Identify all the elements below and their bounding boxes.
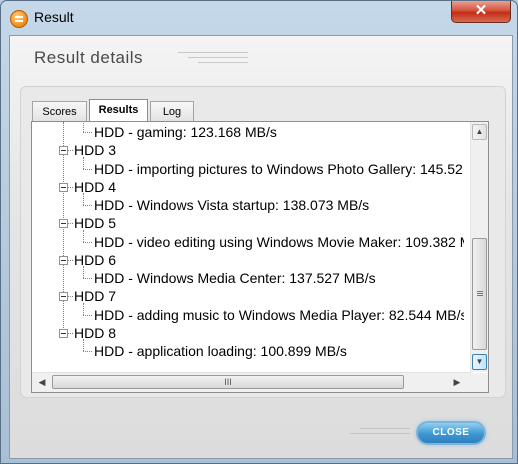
tree-connector <box>68 186 73 188</box>
collapse-icon[interactable] <box>59 255 68 265</box>
tree-connector <box>68 259 73 261</box>
tree-leaf-node[interactable]: HDD - Windows Vista startup: 138.073 MB/… <box>94 196 369 214</box>
tree-connector <box>83 278 92 279</box>
horizontal-scroll-thumb[interactable]: III <box>52 375 404 389</box>
tree-connector <box>83 193 84 205</box>
close-icon: ✕ <box>474 2 488 19</box>
decorative-lines-bottom <box>350 428 410 440</box>
result-details-title: Result details <box>34 48 144 67</box>
tree-group-node[interactable]: HDD 5 <box>74 214 116 232</box>
vertical-scrollbar[interactable]: ▲ ▼ <box>470 122 488 372</box>
tree-connector <box>83 168 92 170</box>
tree-leaf-node[interactable]: HDD - video editing using Windows Movie … <box>94 233 464 251</box>
collapse-icon[interactable] <box>59 328 68 338</box>
tree-connector <box>83 229 84 242</box>
tab-results[interactable]: Results <box>89 99 148 121</box>
tree-connector <box>83 339 84 351</box>
tree-rows: HDD - gaming: 123.168 MB/s HDD 3 HDD - imp… <box>32 122 464 372</box>
tree-connector <box>83 351 92 352</box>
horizontal-scrollbar[interactable]: ◀ III ▶ <box>32 372 471 392</box>
tree-connector <box>68 150 73 152</box>
collapse-icon[interactable] <box>59 219 68 229</box>
tree-connector <box>83 302 84 315</box>
tree-leaf-node[interactable]: HDD - application loading: 100.899 MB/s <box>94 342 347 360</box>
vertical-scroll-thumb[interactable] <box>472 238 487 350</box>
app-icon <box>10 10 28 28</box>
tree-group-node[interactable]: HDD 4 <box>74 178 116 196</box>
tree-connector <box>83 241 92 243</box>
tree-connector <box>83 205 92 206</box>
tree-leaf-node[interactable]: HDD - adding music to Windows Media Play… <box>94 306 464 324</box>
window-title: Result <box>34 9 74 25</box>
collapse-icon[interactable] <box>59 292 68 302</box>
title-bar[interactable]: Result ✕ <box>1 1 517 35</box>
tree-group-node[interactable]: HDD 3 <box>74 141 116 159</box>
tree-connector <box>83 266 84 278</box>
results-tree[interactable]: HDD - gaming: 123.168 MB/s HDD 3 HDD - imp… <box>31 121 489 393</box>
client-area: Result details Scores Results Log HDD - … <box>9 35 513 459</box>
tree-connector <box>68 223 73 225</box>
close-button[interactable]: CLOSE <box>416 421 486 445</box>
tree-leaf-node[interactable]: HDD - importing pictures to Windows Phot… <box>94 160 463 178</box>
collapse-icon[interactable] <box>59 146 68 156</box>
scroll-down-icon[interactable]: ▼ <box>472 354 487 370</box>
scroll-right-icon[interactable]: ▶ <box>450 375 464 389</box>
tree-connector <box>68 332 73 334</box>
window-close-button[interactable]: ✕ <box>451 1 511 23</box>
tree-connector <box>83 156 84 169</box>
scroll-up-icon[interactable]: ▲ <box>472 124 487 140</box>
tree-connector <box>83 314 92 316</box>
scrollbar-corner <box>470 373 488 392</box>
tab-scores[interactable]: Scores <box>32 101 87 121</box>
tree-group-node[interactable]: HDD 7 <box>74 287 116 305</box>
tree-group-node[interactable]: HDD 6 <box>74 251 116 269</box>
scroll-left-icon[interactable]: ◀ <box>35 375 49 389</box>
tree-group-node[interactable]: HDD 8 <box>74 324 116 342</box>
tree-connector <box>68 296 73 298</box>
tree-connector <box>83 132 92 133</box>
result-window: Result ✕ Result details Scores Results L… <box>0 0 518 464</box>
collapse-icon[interactable] <box>59 182 68 192</box>
decorative-lines <box>178 52 248 68</box>
tree-leaf-node[interactable]: HDD - gaming: 123.168 MB/s <box>94 123 277 141</box>
scroll-grip: III <box>224 377 232 387</box>
tree-leaf-node[interactable]: HDD - Windows Media Center: 137.527 MB/s <box>94 269 376 287</box>
tree-connector <box>83 122 84 132</box>
tab-log[interactable]: Log <box>150 101 194 121</box>
